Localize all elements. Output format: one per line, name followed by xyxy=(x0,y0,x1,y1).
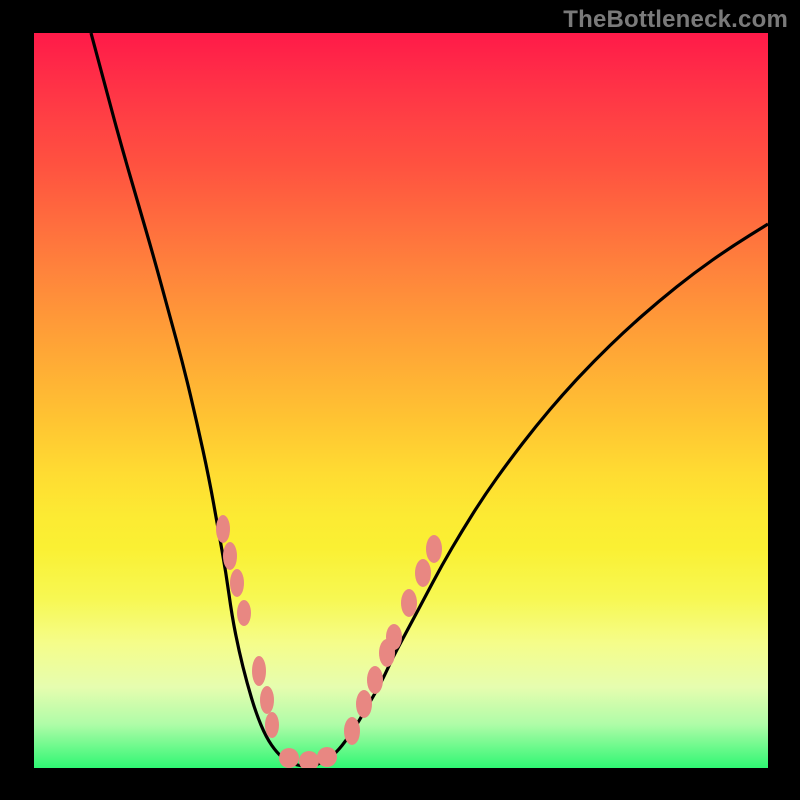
curve-marker xyxy=(299,751,319,768)
curve-marker xyxy=(401,589,417,617)
curve-marker xyxy=(367,666,383,694)
chart-frame: TheBottleneck.com xyxy=(0,0,800,800)
curve-marker xyxy=(317,747,337,767)
curve-marker xyxy=(386,624,402,650)
curve-marker xyxy=(230,569,244,597)
curve-marker xyxy=(216,515,230,543)
curve-marker xyxy=(237,600,251,626)
curve-marker xyxy=(223,542,237,570)
bottleneck-curve xyxy=(91,33,768,766)
curve-marker xyxy=(260,686,274,714)
curve-marker xyxy=(356,690,372,718)
curve-marker xyxy=(426,535,442,563)
curve-markers xyxy=(216,515,442,768)
curve-marker xyxy=(265,712,279,738)
curve-marker xyxy=(344,717,360,745)
watermark-text: TheBottleneck.com xyxy=(563,6,788,34)
curve-marker xyxy=(415,559,431,587)
chart-svg xyxy=(34,33,768,768)
curve-marker xyxy=(279,748,299,768)
plot-area xyxy=(34,33,768,768)
curve-marker xyxy=(252,656,266,686)
